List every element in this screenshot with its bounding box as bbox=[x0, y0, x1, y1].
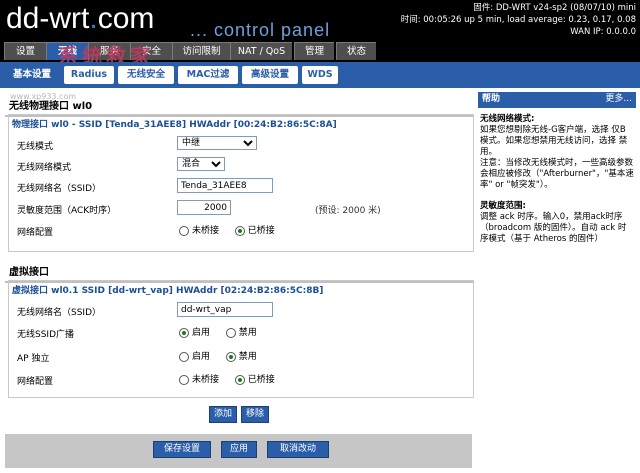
vap-network-config-label: 网络配置 bbox=[17, 377, 54, 387]
ack-timing-input[interactable] bbox=[177, 200, 231, 215]
ssid-broadcast-label: 无线SSID广播 bbox=[17, 330, 75, 340]
save-settings-button[interactable]: 保存设置 bbox=[153, 441, 211, 458]
tab-setup[interactable]: 设置 bbox=[4, 42, 46, 60]
router-info: 固件: DD-WRT v24-sp2 (08/07/10) mini 时间: 0… bbox=[401, 2, 636, 38]
help-more-link[interactable]: 更多... bbox=[605, 94, 632, 105]
network-config-radios: 未桥接 已桥接 bbox=[179, 223, 275, 236]
subtab-radius[interactable]: Radius bbox=[64, 66, 114, 84]
cancel-changes-button[interactable]: 取消改动 bbox=[267, 441, 329, 458]
ap-isolation-label: AP 独立 bbox=[17, 354, 50, 364]
broadcast-disable-label: 禁用 bbox=[238, 328, 257, 338]
subtab-mac-filter[interactable]: MAC过滤 bbox=[178, 66, 238, 84]
firmware-text: 固件: DD-WRT v24-sp2 (08/07/10) mini bbox=[473, 3, 636, 13]
ap-isolation-disable-label: 禁用 bbox=[238, 352, 257, 362]
ack-timing-control bbox=[177, 200, 231, 215]
vap-network-config-radios: 未桥接 已桥接 bbox=[179, 372, 275, 385]
ap-isolation-radios: 启用 禁用 bbox=[179, 349, 257, 362]
network-mode-label: 无线网络模式 bbox=[17, 163, 72, 173]
action-bar: 保存设置 应用 取消改动 bbox=[5, 434, 472, 468]
help-sensitivity-text: 调整 ack 时序。输入0，禁用ack时序（broadcom 版的固件）。自动 … bbox=[480, 212, 627, 244]
help-wireless-mode-note: 注意：当修改无线模式时，一些高级参数会相应被修改（"Afterburner"，"… bbox=[480, 158, 634, 190]
ssid-control bbox=[177, 178, 273, 193]
network-mode-control: 混合 bbox=[177, 157, 225, 171]
remove-interface-button[interactable]: 移除 bbox=[241, 406, 269, 423]
ap-isolation-enable-label: 启用 bbox=[192, 352, 211, 362]
ssid-input[interactable] bbox=[177, 178, 273, 193]
ack-default-text: (预设: 2000 米) bbox=[315, 206, 381, 216]
wireless-mode-label: 无线模式 bbox=[17, 142, 54, 152]
ap-isolation-disable-radio[interactable] bbox=[225, 351, 236, 362]
help-panel: 帮助 更多... 无线网络模式: 如果您想剔除无线-G客户端，选择 仅B模式。如… bbox=[478, 92, 636, 473]
main-content: 无线物理接口 wl0 物理接口 wl0 - SSID [Tenda_31AEE8… bbox=[5, 88, 474, 473]
panel-title: ... control panel bbox=[190, 20, 331, 40]
ssid-broadcast-radios: 启用 禁用 bbox=[179, 325, 257, 338]
header-bar: dd-wrt.com ... control panel 固件: DD-WRT … bbox=[0, 0, 640, 40]
physical-interface-fieldset: 物理接口 wl0 - SSID [Tenda_31AEE8] HWAddr [0… bbox=[8, 114, 474, 252]
subtab-basic-settings[interactable]: 基本设置 bbox=[4, 66, 60, 84]
vap-bridged-label: 已桥接 bbox=[247, 375, 275, 385]
unbridged-label: 未桥接 bbox=[192, 226, 220, 236]
vap-ssid-label: 无线网络名（SSID） bbox=[17, 308, 102, 318]
logo-dot: . bbox=[89, 2, 98, 35]
broadcast-enable-radio[interactable] bbox=[179, 327, 189, 338]
wireless-mode-control: 中继 bbox=[177, 136, 257, 150]
add-interface-button[interactable]: 添加 bbox=[209, 406, 237, 423]
vap-bridged-radio[interactable] bbox=[234, 374, 245, 385]
sub-tabs: 基本设置 Radius 无线安全 MAC过滤 高级设置 WDS bbox=[0, 62, 640, 88]
tab-administration[interactable]: 管理 bbox=[294, 42, 334, 60]
subtab-wds[interactable]: WDS bbox=[302, 66, 338, 84]
physical-interface-legend: 物理接口 wl0 - SSID [Tenda_31AEE8] HWAddr [0… bbox=[12, 120, 337, 130]
help-header: 帮助 更多... bbox=[478, 92, 636, 108]
unbridged-radio[interactable] bbox=[179, 225, 189, 236]
bridged-label: 已桥接 bbox=[247, 226, 275, 236]
subtab-wireless-security[interactable]: 无线安全 bbox=[118, 66, 174, 84]
subtab-advanced-settings[interactable]: 高级设置 bbox=[242, 66, 298, 84]
help-wireless-mode-title: 无线网络模式: bbox=[480, 114, 535, 124]
tab-status[interactable]: 状态 bbox=[336, 42, 376, 60]
help-title: 帮助 bbox=[482, 94, 501, 104]
help-wireless-mode-text: 如果您想剔除无线-G客户端，选择 仅B模式。如果您想禁用无线访问，选择 禁用。 bbox=[480, 125, 628, 157]
vap-ssid-control bbox=[177, 302, 273, 317]
vap-ssid-input[interactable] bbox=[177, 302, 273, 317]
apply-button[interactable]: 应用 bbox=[221, 441, 257, 458]
virtual-interface-fieldset: 虚拟接口 wl0.1 SSID [dd-wrt_vap] HWAddr [02:… bbox=[8, 280, 474, 398]
help-sensitivity-title: 灵敏度范围: bbox=[480, 201, 526, 211]
wireless-mode-select[interactable]: 中继 bbox=[177, 136, 257, 150]
wan-ip-text: WAN IP: 0.0.0.0 bbox=[570, 27, 636, 37]
tab-nat-qos[interactable]: NAT / QoS bbox=[230, 42, 292, 60]
virtual-interface-legend: 虚拟接口 wl0.1 SSID [dd-wrt_vap] HWAddr [02:… bbox=[12, 286, 324, 296]
broadcast-disable-radio[interactable] bbox=[225, 327, 236, 338]
vap-unbridged-label: 未桥接 bbox=[192, 375, 220, 385]
tab-access-restrictions[interactable]: 访问限制 bbox=[172, 42, 230, 60]
ack-timing-label: 灵敏度范围（ACK时序） bbox=[17, 206, 117, 216]
ssid-label: 无线网络名（SSID） bbox=[17, 184, 102, 194]
broadcast-enable-label: 启用 bbox=[192, 328, 211, 338]
vap-unbridged-radio[interactable] bbox=[179, 374, 189, 385]
dd-wrt-logo: dd-wrt.com bbox=[6, 2, 154, 36]
network-mode-select[interactable]: 混合 bbox=[177, 157, 225, 171]
uptime-text: 时间: 00:05:26 up 5 min, load average: 0.2… bbox=[400, 15, 636, 25]
logo-main: dd-wrt bbox=[6, 2, 90, 35]
bridged-radio[interactable] bbox=[234, 225, 245, 236]
network-config-label: 网络配置 bbox=[17, 228, 54, 238]
ap-isolation-enable-radio[interactable] bbox=[179, 351, 189, 362]
logo-com: com bbox=[97, 2, 155, 35]
